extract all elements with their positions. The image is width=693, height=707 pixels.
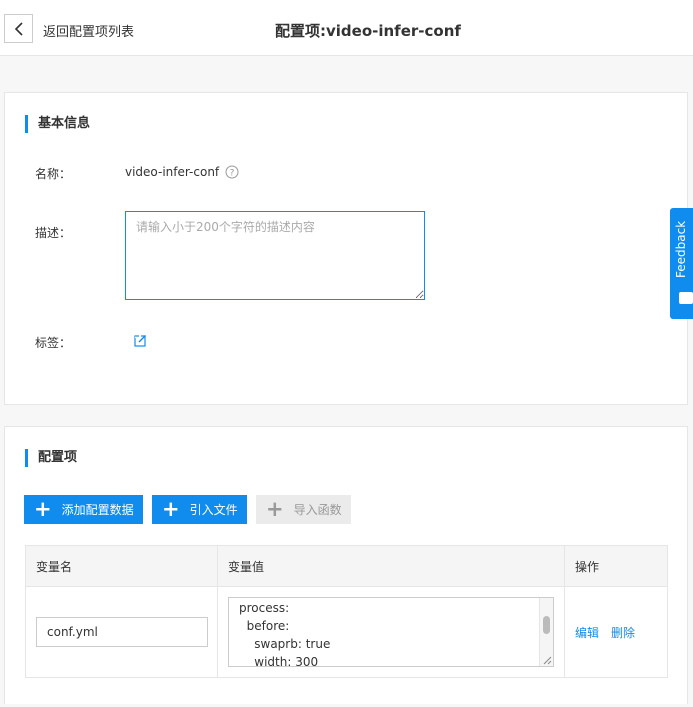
feedback-icon xyxy=(679,292,693,304)
table-header: 变量名 变量值 操作 xyxy=(26,546,667,586)
code-line: process: xyxy=(239,601,290,615)
code-line: width: 300 xyxy=(239,655,319,667)
import-file-button[interactable]: + 引入文件 xyxy=(152,495,247,524)
plus-icon: + xyxy=(34,497,52,521)
section-title-basic-info: 基本信息 xyxy=(25,115,90,133)
chevron-left-icon xyxy=(14,21,23,36)
feedback-label: Feedback xyxy=(674,220,688,278)
section-title-config: 配置项 xyxy=(25,449,77,467)
column-header: 变量名 xyxy=(26,546,218,586)
help-icon[interactable]: ? xyxy=(225,165,239,179)
add-config-data-label: 添加配置数据 xyxy=(61,503,134,517)
description-textarea[interactable] xyxy=(125,211,425,300)
page-header: 返回配置项列表 配置项:video-infer-conf xyxy=(0,0,693,56)
svg-text:?: ? xyxy=(230,169,235,179)
import-function-label: 导入函数 xyxy=(293,503,342,517)
desc-label: 描述： xyxy=(35,226,72,240)
plus-icon: + xyxy=(266,497,284,521)
back-button[interactable] xyxy=(4,14,33,43)
plus-icon: + xyxy=(162,497,180,521)
resize-grip-icon[interactable] xyxy=(543,656,552,665)
code-lines: process: before: swaprb: true width: 300 xyxy=(239,599,331,667)
variable-value-cell: process: before: swaprb: true width: 300 xyxy=(218,587,565,677)
add-config-data-button[interactable]: + 添加配置数据 xyxy=(24,495,143,524)
name-label: 名称： xyxy=(35,167,72,181)
actions-cell: 编辑 删除 xyxy=(565,587,667,677)
column-header: 操作 xyxy=(575,559,600,574)
back-link[interactable]: 返回配置项列表 xyxy=(43,21,134,40)
import-file-label: 引入文件 xyxy=(189,503,238,517)
edit-link[interactable]: 编辑 xyxy=(575,624,599,641)
name-value-group: video-infer-conf ? xyxy=(125,165,239,179)
variable-name-input[interactable] xyxy=(36,617,208,647)
scrollbar-thumb[interactable] xyxy=(543,616,550,634)
basic-info-card: 基本信息 名称： video-infer-conf ? 描述： 标签： xyxy=(4,92,688,405)
table-row: process: before: swaprb: true width: 300… xyxy=(26,586,667,677)
feedback-tab[interactable]: Feedback xyxy=(670,208,693,319)
column-header: 变量值 xyxy=(218,546,565,586)
tags-label: 标签： xyxy=(35,336,72,350)
config-table: 变量名 变量值 操作 process: before: swaprb: true… xyxy=(25,545,668,678)
variable-value-editor[interactable]: process: before: swaprb: true width: 300 xyxy=(228,597,554,667)
config-name-value: video-infer-conf xyxy=(125,165,220,179)
config-card: 配置项 + 添加配置数据 + 引入文件 + 导入函数 变量名 变量值 操作 pr… xyxy=(4,426,688,704)
page-title: 配置项:video-infer-conf xyxy=(275,22,461,40)
code-line: before: xyxy=(239,619,290,633)
import-function-button[interactable]: + 导入函数 xyxy=(256,495,351,524)
code-line: swaprb: true xyxy=(239,637,331,651)
edit-icon[interactable] xyxy=(134,334,147,347)
variable-name-cell xyxy=(26,587,218,677)
delete-link[interactable]: 删除 xyxy=(611,624,635,641)
